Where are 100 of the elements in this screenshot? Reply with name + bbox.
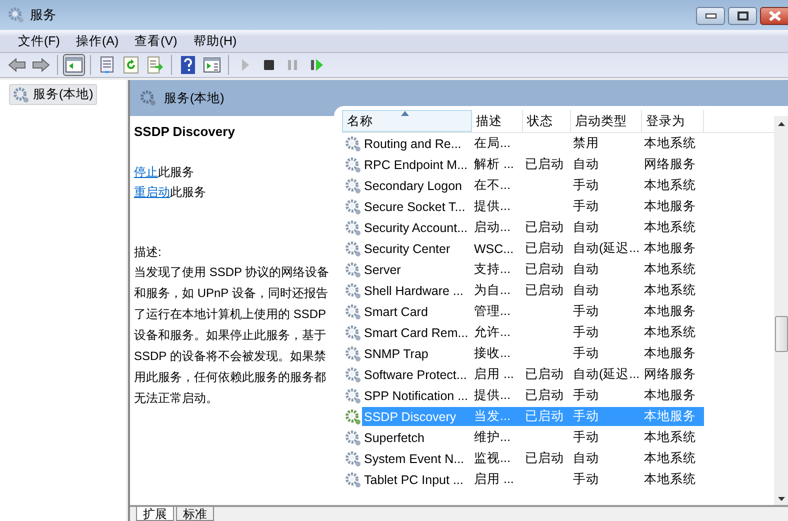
gear-icon [13, 86, 29, 102]
table-cell-text: 维护... [473, 429, 512, 446]
table-cell-text: SPP Notification ... [363, 388, 469, 402]
column-header[interactable]: 名称 [342, 110, 472, 132]
column-header[interactable]: 状态 [523, 110, 571, 132]
console-button[interactable] [63, 54, 85, 76]
up-arrow-icon[interactable] [778, 122, 784, 126]
view-tab[interactable]: 扩展 [136, 507, 174, 521]
action-link[interactable]: 重启动 [134, 185, 170, 199]
table-cell-text: 当发... [473, 408, 512, 425]
close-button[interactable] [760, 7, 788, 25]
table-cell-text: WSC... [473, 242, 515, 256]
table-cell-text: 本地系统 [643, 282, 697, 299]
gear-icon [140, 90, 156, 106]
table-cell-text: 自动(延迟... [572, 240, 641, 257]
table-row[interactable]: RPC Endpoint M... 解析 ... 已启动 自动 网络服务 [362, 155, 704, 174]
column-header[interactable]: 启动类型 [571, 110, 642, 132]
table-cell-text: 允许... [473, 324, 512, 341]
table-cell-text: 手动 [572, 303, 600, 320]
table-row[interactable]: Superfetch 维护... 手动 本地系统 [362, 428, 704, 447]
table-cell-text: 本地系统 [643, 429, 697, 446]
table-cell-text: 已启动 [524, 219, 565, 236]
table-row[interactable]: Smart Card 管理... 手动 本地服务 [362, 302, 704, 321]
table-row[interactable]: System Event N... 监视... 已启动 自动 本地系统 [362, 449, 704, 468]
table-cell-text: Secondary Logon [363, 178, 463, 192]
maximize-icon [736, 11, 748, 21]
view-icon [203, 56, 221, 74]
table-cell-text: 手动 [572, 408, 600, 425]
table-cell-text: 手动 [572, 198, 600, 215]
table-row[interactable]: Security Center WSC... 已启动 自动(延迟... 本地服务 [362, 239, 704, 258]
refresh-icon [122, 56, 140, 74]
minimize-button[interactable] [696, 7, 725, 25]
table-cell-text: Security Center [363, 242, 452, 256]
table-cell-text: 已启动 [524, 282, 565, 299]
table-cell-text: 手动 [572, 429, 600, 446]
table-row[interactable]: Tablet PC Input ... 启用 ... 手动 本地系统 [362, 470, 704, 489]
table-row[interactable]: Secondary Logon 在不... 手动 本地系统 [362, 176, 704, 195]
description-label: 描述: [134, 244, 162, 261]
table-cell-text: 启用 ... [473, 366, 515, 383]
table-cell-text: 自动 [572, 450, 600, 467]
gear-icon [345, 472, 361, 488]
maximize-button[interactable] [728, 7, 757, 25]
table-cell-text: 网络服务 [643, 366, 697, 383]
view-tab[interactable]: 标准 [176, 507, 214, 521]
panel-title: 服务(本地) [164, 90, 224, 106]
table-cell-text: 已启动 [524, 240, 565, 257]
table-cell-text: 接收... [473, 345, 512, 362]
gear-icon [345, 240, 361, 256]
gear-icon [345, 220, 361, 236]
table-row[interactable]: Shell Hardware ... 为自... 已启动 自动 本地系统 [362, 281, 704, 300]
forward-icon [32, 56, 50, 74]
scrollbar[interactable] [774, 116, 788, 505]
table-cell-text: 为自... [473, 282, 512, 299]
table-row[interactable]: Security Account... 启动... 已启动 自动 本地系统 [362, 218, 704, 237]
table-cell-text: Superfetch [363, 430, 426, 444]
table-row[interactable]: Smart Card Rem... 允许... 手动 本地系统 [362, 323, 704, 342]
menu-item[interactable]: 查看(V) [126, 32, 186, 50]
gear-icon [345, 136, 361, 152]
table-cell-text: Shell Hardware ... [363, 284, 464, 298]
table-cell-text: 在不... [473, 177, 512, 194]
down-arrow-icon[interactable] [778, 497, 784, 501]
gear-icon [345, 366, 361, 382]
scroll-thumb[interactable] [774, 316, 788, 352]
gear-icon [345, 408, 361, 424]
table-cell-text: 手动 [572, 345, 600, 362]
menu-item[interactable]: 文件(F) [10, 32, 68, 50]
column-header[interactable]: 登录为 [642, 110, 704, 132]
table-cell-text: 已启动 [524, 156, 565, 173]
tree-item[interactable]: 服务(本地) [9, 84, 98, 105]
table-row[interactable]: Secure Socket T... 提供... 手动 本地服务 [362, 197, 704, 216]
table-row[interactable]: SPP Notification ... 提供... 已启动 手动 本地服务 [362, 386, 704, 405]
table-cell-text: 监视... [473, 450, 512, 467]
table-cell-text: 支持... [473, 261, 512, 278]
table-cell-text: 本地服务 [643, 240, 697, 257]
gear-icon [345, 388, 361, 404]
column-header[interactable]: 描述 [472, 110, 523, 132]
gear-icon [345, 156, 361, 172]
menu-item[interactable]: 操作(A) [68, 32, 127, 50]
table-row[interactable]: Software Protect... 启用 ... 已启动 自动(延迟... 网络服务 [362, 365, 704, 384]
console-icon [65, 56, 83, 74]
table-cell-text: 手动 [572, 471, 600, 488]
gear-icon [345, 430, 361, 446]
tree-item-label: 服务(本地) [33, 86, 94, 103]
gear-icon [345, 450, 361, 466]
table-cell-text: Tablet PC Input ... [363, 472, 464, 486]
table-cell-text: 已启动 [524, 450, 565, 467]
table-cell-text: 禁用 [572, 135, 600, 152]
gear-icon [345, 198, 361, 214]
table-row[interactable]: SNMP Trap 接收... 手动 本地服务 [362, 344, 704, 363]
action-link[interactable]: 停止 [134, 165, 158, 179]
menu-item[interactable]: 帮助(H) [185, 32, 245, 50]
table-cell-text: 在局... [473, 135, 512, 152]
table-row[interactable]: Server 支持... 已启动 自动 本地系统 [362, 260, 704, 279]
table-cell-text: 本地服务 [643, 408, 697, 425]
gear-icon [345, 346, 361, 362]
table-cell-text: 本地系统 [643, 324, 697, 341]
table-row[interactable]: Routing and Re... 在局... 禁用 本地系统 [362, 134, 704, 153]
table-cell-text: 本地服务 [643, 345, 697, 362]
table-cell-text: 提供... [473, 198, 512, 215]
gear-icon [345, 178, 361, 194]
